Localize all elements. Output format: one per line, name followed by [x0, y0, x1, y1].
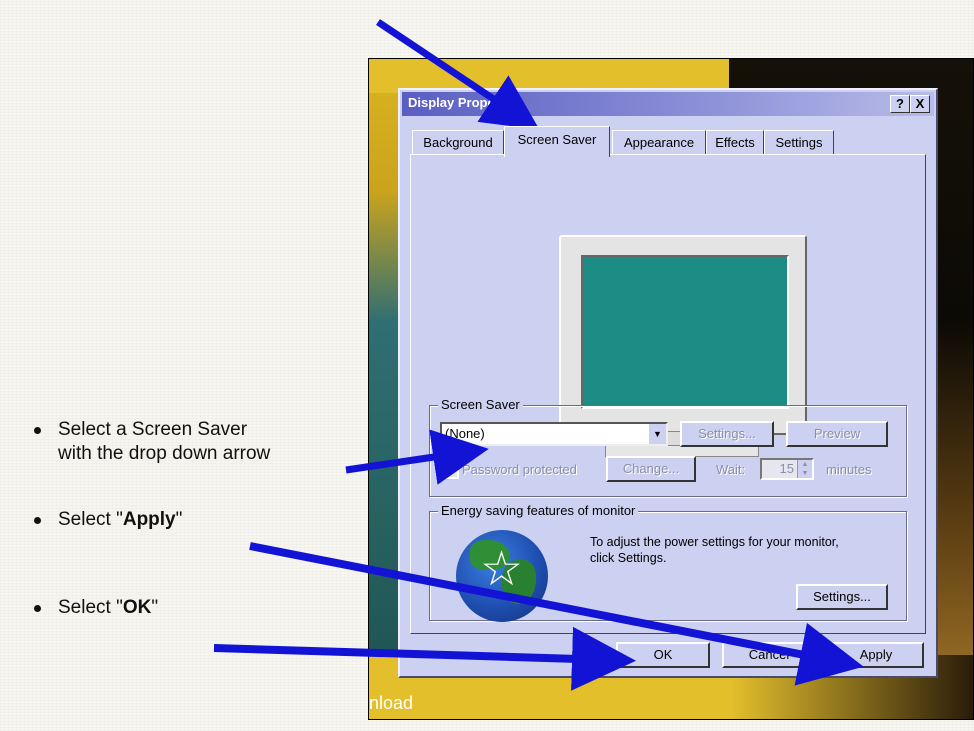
desktop-partial-text: nload [369, 693, 414, 713]
wait-label: Wait: [716, 462, 746, 477]
energy-star-icon: ☆ [480, 543, 524, 596]
energy-saving-group: Energy saving features of monitor ☆ To a… [429, 503, 907, 622]
instruction-prefix: Select " [58, 509, 123, 530]
close-button[interactable]: X [910, 95, 930, 113]
instruction-line-1: Select a Screen Saver [58, 419, 248, 440]
cancel-button[interactable]: Cancel [722, 642, 816, 668]
tab-appearance[interactable]: Appearance [612, 130, 706, 155]
energy-star-globe-icon: ☆ [456, 530, 548, 622]
screen-saver-panel: Screen Saver (None) ▼ Settings... Previe… [410, 154, 926, 634]
instruction-prefix: Select " [58, 597, 123, 618]
password-protected-checkbox[interactable] [442, 462, 459, 479]
bullet-icon [34, 605, 41, 612]
change-password-button[interactable]: Change... [606, 456, 696, 482]
apply-button[interactable]: Apply [828, 642, 924, 668]
energy-saving-group-label: Energy saving features of monitor [438, 503, 639, 519]
instruction-bold: Apply [122, 509, 176, 530]
monitor-preview-screen [581, 255, 789, 409]
chevron-down-icon[interactable]: ▼ [648, 424, 666, 444]
password-protected-label: Password protected [462, 462, 577, 477]
preview-button[interactable]: Preview [786, 421, 888, 447]
energy-text-line-1: To adjust the power settings for your mo… [590, 535, 839, 549]
help-button[interactable]: ? [890, 95, 910, 113]
bullet-icon [34, 517, 41, 524]
ok-button[interactable]: OK [616, 642, 710, 668]
wait-minutes-spinner[interactable]: 15 ▲ ▼ [760, 458, 814, 480]
instruction-bold: OK [122, 597, 152, 618]
tab-screen-saver[interactable]: Screen Saver [504, 126, 610, 157]
screen-saver-group-label: Screen Saver [438, 397, 523, 413]
tab-settings[interactable]: Settings [764, 130, 834, 155]
dialog-title: Display Properties [408, 95, 523, 110]
screen-saver-group: Screen Saver (None) ▼ Settings... Previe… [429, 397, 907, 497]
energy-settings-button[interactable]: Settings... [796, 584, 888, 610]
instruction-item-select-screensaver: Select a Screen Saver with the drop down… [34, 418, 270, 466]
instruction-item-ok: Select "OK" [34, 596, 158, 620]
instruction-item-apply: Select "Apply" [34, 508, 182, 532]
display-properties-dialog: Display Properties ? X Background Screen… [398, 88, 938, 678]
spinner-arrows-icon[interactable]: ▲ ▼ [797, 460, 812, 478]
dialog-titlebar[interactable]: Display Properties ? X [402, 92, 934, 116]
screen-saver-selected: (None) [445, 426, 485, 441]
tab-background[interactable]: Background [412, 130, 504, 155]
instruction-line-2: with the drop down arrow [58, 443, 271, 464]
instruction-suffix: " [151, 597, 159, 618]
screen-saver-settings-button[interactable]: Settings... [680, 421, 774, 447]
bullet-icon [34, 427, 41, 434]
wait-value: 15 [779, 461, 794, 476]
minutes-label: minutes [826, 462, 872, 477]
screen-saver-dropdown[interactable]: (None) ▼ [440, 422, 668, 446]
energy-text-line-2: click Settings. [590, 551, 667, 565]
tab-effects[interactable]: Effects [706, 130, 764, 155]
instruction-suffix: " [175, 509, 183, 530]
